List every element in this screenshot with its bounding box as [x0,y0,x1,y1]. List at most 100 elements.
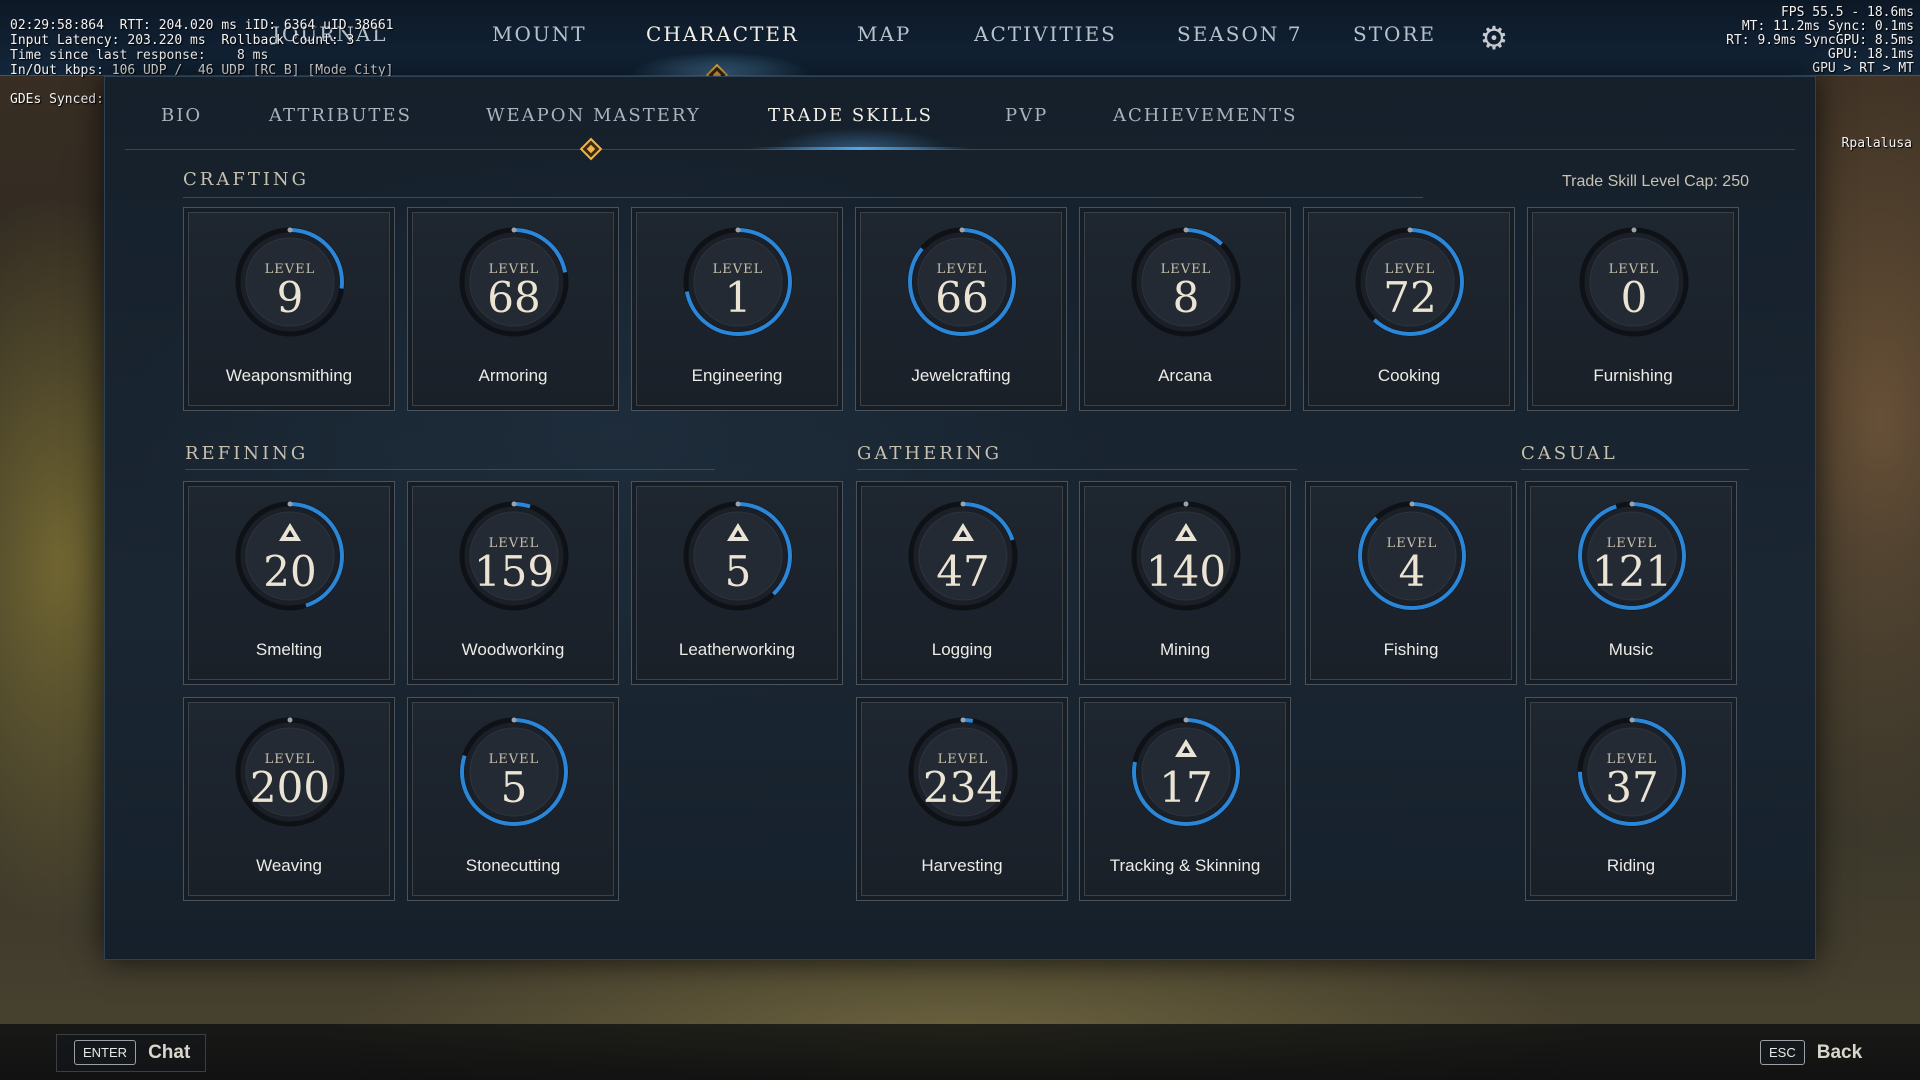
skill-card-music[interactable]: Level 121 Music [1525,481,1737,685]
tab-achievements[interactable]: Achievements [1113,105,1298,126]
skill-level-ring: Level 37 [1576,716,1688,828]
ring-top-marker [511,501,517,507]
ring-top-marker [1407,227,1413,233]
mastery-triangle-icon [278,522,302,542]
ring-top-marker [1631,227,1637,233]
level-number: 66 [935,273,989,322]
ring-top-marker [287,717,293,723]
tab-attributes[interactable]: Attributes [269,105,412,126]
level-number: 200 [249,763,331,812]
section-refining-rule [185,469,715,470]
skill-level-ring: 140 [1130,500,1242,612]
sub-nav-active-underline [750,147,970,150]
skill-level-ring: Level 9 [234,226,346,338]
skill-card-cooking[interactable]: Level 72 Cooking [1303,207,1515,411]
tab-bio[interactable]: Bio [161,105,202,126]
level-number: 0 [1620,273,1648,322]
mastery-triangle-icon [1174,522,1198,542]
skill-card-mining[interactable]: 140 Mining [1079,481,1291,685]
skill-level-ring: Level 0 [1578,226,1690,338]
debug-stats-right: FPS 55.5 - 18.6ms MT: 11.2ms Sync: 0.1ms… [1726,5,1914,76]
tab-mount[interactable]: Mount [492,22,587,54]
skill-level-ring: 20 [234,500,346,612]
skill-name: Jewelcrafting [911,366,1011,385]
skill-name: Arcana [1158,366,1212,385]
skill-level-ring: Level 5 [458,716,570,828]
skill-card-smelting[interactable]: 20 Smelting [183,481,395,685]
skill-name: Smelting [255,640,323,659]
skill-level-ring: Level 8 [1130,226,1242,338]
level-number: 140 [1145,547,1227,596]
skill-level-ring: Level 1 [682,226,794,338]
skill-card-weaponsmithing[interactable]: Level 9 Weaponsmithing [183,207,395,411]
level-number: 234 [922,763,1004,812]
skill-name: Tracking & Skinning [1109,856,1261,875]
skill-level-ring: 17 [1130,716,1242,828]
skill-name: Engineering [691,366,783,385]
skill-card-logging[interactable]: 47 Logging [856,481,1068,685]
section-gathering-rule [857,469,1297,470]
mastery-triangle-icon [951,522,975,542]
level-number: 1 [724,273,752,322]
skill-name: Weaving [256,856,322,875]
skill-card-woodworking[interactable]: Level 159 Woodworking [407,481,619,685]
tab-pvp[interactable]: PVP [1005,105,1048,126]
trade-skill-level-cap: Trade Skill Level Cap: 250 [1561,173,1749,190]
skill-card-stonecutting[interactable]: Level 5 Stonecutting [407,697,619,901]
section-casual-rule [1521,469,1749,470]
skill-card-arcana[interactable]: Level 8 Arcana [1079,207,1291,411]
ring-top-marker [960,717,966,723]
skill-name: Harvesting [921,856,1003,875]
level-number: 72 [1383,273,1437,322]
ring-top-marker [1629,501,1635,507]
back-hint[interactable]: ESC Back [1760,1040,1862,1065]
tab-season-7[interactable]: Season 7 [1177,22,1302,54]
ring-top-marker [1409,501,1415,507]
skill-name: Weaponsmithing [225,366,353,385]
level-number: 159 [473,547,555,596]
skill-level-ring: Level 68 [458,226,570,338]
skill-level-ring: Level 234 [907,716,1019,828]
skill-level-ring: Level 121 [1576,500,1688,612]
gear-icon[interactable]: ⚙ [1478,22,1510,54]
tab-character[interactable]: Character [646,22,799,54]
skill-name: Armoring [478,366,548,385]
ring-top-marker [960,501,966,507]
skill-card-riding[interactable]: Level 37 Riding [1525,697,1737,901]
skill-level-ring: 47 [907,500,1019,612]
level-number: 8 [1172,273,1200,322]
chat-hint[interactable]: ENTER Chat [74,1040,190,1065]
mastery-triangle-icon [1174,738,1198,758]
level-number: 121 [1591,547,1673,596]
section-crafting-rule [183,197,1423,198]
bottom-bar [0,1024,1920,1080]
skill-card-leatherworking[interactable]: 5 Leatherworking [631,481,843,685]
section-refining-title: Refining [185,443,309,464]
skill-card-tracking-skinning[interactable]: 17 Tracking & Skinning [1079,697,1291,901]
tab-weapon-mastery[interactable]: Weapon Mastery [486,105,701,126]
skill-card-weaving[interactable]: Level 200 Weaving [183,697,395,901]
tab-activities[interactable]: Activities [974,22,1117,54]
ring-top-marker [959,227,965,233]
skill-name: Logging [931,640,993,659]
level-number: 5 [724,547,752,596]
skill-card-harvesting[interactable]: Level 234 Harvesting [856,697,1068,901]
mastery-triangle-icon [726,522,750,542]
tab-map[interactable]: Map [857,22,911,54]
skill-name: Music [1608,640,1654,659]
ring-top-marker [287,227,293,233]
player-name: Rpalalusa [1841,136,1912,151]
skill-card-engineering[interactable]: Level 1 Engineering [631,207,843,411]
skill-card-furnishing[interactable]: Level 0 Furnishing [1527,207,1739,411]
level-number: 4 [1398,547,1426,596]
skill-level-ring: Level 66 [906,226,1018,338]
skill-card-armoring[interactable]: Level 68 Armoring [407,207,619,411]
ring-top-marker [511,227,517,233]
tab-trade-skills[interactable]: Trade Skills [768,105,933,126]
ring-top-marker [1183,501,1189,507]
skill-card-jewelcrafting[interactable]: Level 66 Jewelcrafting [855,207,1067,411]
skill-card-fishing[interactable]: Level 4 Fishing [1305,481,1517,685]
skill-name: Fishing [1383,640,1439,659]
skill-name: Cooking [1377,366,1441,385]
tab-store[interactable]: Store [1353,22,1436,54]
